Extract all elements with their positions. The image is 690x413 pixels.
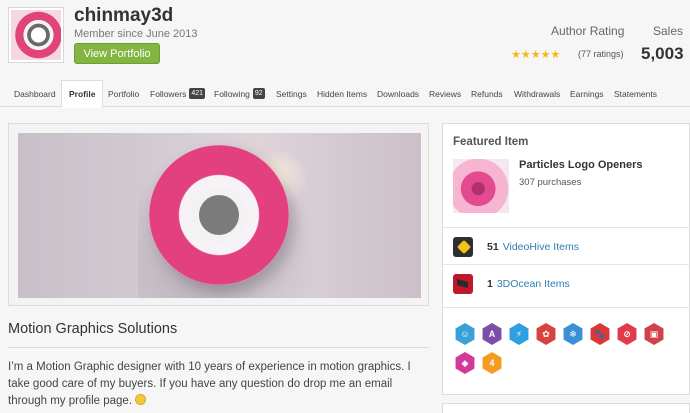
ratings-count[interactable]: (77 ratings) <box>578 49 624 59</box>
avatar[interactable] <box>8 7 64 63</box>
tab-portfolio[interactable]: Portfolio <box>108 80 139 107</box>
tab-followers[interactable]: Followers 421 <box>150 80 206 107</box>
winter-badge[interactable]: ❄ <box>563 323 583 345</box>
badge-glyph: ❄ <box>569 328 577 339</box>
tab-label: Earnings <box>570 88 604 99</box>
3docean-items-link[interactable]: 3DOcean Items <box>497 278 570 290</box>
sidebar-panel-secondary <box>442 403 690 413</box>
tab-label: Settings <box>276 88 307 99</box>
sidebar-divider <box>443 307 689 308</box>
following-count-badge: 92 <box>252 88 265 99</box>
affiliate-badge[interactable]: ⊘ <box>617 323 637 345</box>
tab-label: Reviews <box>429 88 462 99</box>
paw-badge[interactable]: 🐾 <box>590 323 610 345</box>
years-badge[interactable]: 4 <box>482 352 502 374</box>
view-portfolio-button[interactable]: View Portfolio <box>74 43 160 64</box>
profile-bio: I’m a Motion Graphic designer with 10 ye… <box>8 359 429 410</box>
sidebar-divider <box>443 264 689 265</box>
tab-profile[interactable]: Profile <box>61 80 104 108</box>
tab-hidden-items[interactable]: Hidden Items <box>317 80 367 107</box>
3docean-count: 1 <box>487 278 493 290</box>
badge-glyph: 4 <box>489 358 495 368</box>
3docean-items-row[interactable]: 1 3DOcean Items <box>453 273 570 295</box>
videohive-count: 51 <box>487 241 499 253</box>
profile-banner-image <box>18 133 421 298</box>
badge-glyph: ▣ <box>649 328 659 339</box>
videohive-icon <box>453 237 473 257</box>
featured-item-title[interactable]: Particles Logo Openers <box>519 159 642 171</box>
tab-label: Following <box>214 88 250 99</box>
author-rating-label: Author Rating <box>551 24 625 38</box>
followers-count-badge: 421 <box>189 88 206 99</box>
section-title: Motion Graphics Solutions <box>8 321 178 337</box>
username: chinmay3d <box>74 5 174 26</box>
tab-label: Hidden Items <box>317 88 368 99</box>
badge-glyph: ◆ <box>461 357 469 368</box>
profile-tabs: Dashboard Profile Portfolio Followers 421… <box>0 80 690 108</box>
profile-header: chinmay3d Member since June 2013 View Po… <box>0 0 690 80</box>
sidebar-divider <box>443 227 689 228</box>
diamond-badge[interactable]: ◆ <box>455 352 475 374</box>
sales-label: Sales <box>653 24 684 38</box>
bio-text: I’m a Motion Graphic designer with 10 ye… <box>8 361 411 407</box>
badge-glyph: A <box>488 329 496 339</box>
tab-earnings[interactable]: Earnings <box>570 80 604 107</box>
author-badge[interactable]: A <box>482 323 502 345</box>
member-since: Member since June 2013 <box>74 28 198 40</box>
badge-glyph: ⊘ <box>623 328 631 339</box>
badge-glyph: ⚡ <box>515 328 523 339</box>
banner-logo-center <box>191 187 247 243</box>
videohive-items-link[interactable]: VideoHive Items <box>503 241 579 253</box>
featured-item-purchases: 307 purchases <box>519 177 582 188</box>
tab-downloads[interactable]: Downloads <box>377 80 419 107</box>
author-level-badge[interactable]: ☺ <box>455 323 475 345</box>
tab-withdrawals[interactable]: Withdrawals <box>514 80 560 107</box>
tab-dashboard[interactable]: Dashboard <box>14 80 56 107</box>
smiley-icon <box>135 394 147 405</box>
sales-value: 5,003 <box>641 44 684 63</box>
elite-badge[interactable]: ⚡ <box>509 323 529 345</box>
badge-glyph: ✿ <box>542 328 550 339</box>
badge-glyph: 🐾 <box>594 328 606 339</box>
profile-banner-panel <box>8 123 429 306</box>
sidebar-panel: Featured Item Particles Logo Openers 307… <box>442 123 690 395</box>
tab-label: Statements <box>614 88 657 99</box>
featured-item-label: Featured Item <box>453 136 529 148</box>
tab-label: Followers <box>150 88 187 99</box>
section-divider <box>8 347 429 348</box>
exclusive-badge[interactable]: ▣ <box>644 323 664 345</box>
tab-label: Portfolio <box>108 88 140 99</box>
tab-label: Downloads <box>377 88 420 99</box>
tab-label: Dashboard <box>14 88 56 99</box>
videohive-items-row[interactable]: 51 VideoHive Items <box>453 236 579 258</box>
tab-label: Profile <box>69 89 96 99</box>
tab-label: Refunds <box>471 88 503 99</box>
badge-glyph: ☺ <box>460 329 470 339</box>
bundle-badge[interactable]: ✿ <box>536 323 556 345</box>
tab-reviews[interactable]: Reviews <box>429 80 461 107</box>
avatar-image <box>11 10 61 60</box>
tab-label: Withdrawals <box>514 88 561 99</box>
tab-refunds[interactable]: Refunds <box>471 80 503 107</box>
featured-item-thumbnail[interactable] <box>453 159 509 213</box>
tab-following[interactable]: Following 92 <box>214 80 265 107</box>
tab-statements[interactable]: Statements <box>614 80 657 107</box>
rating-stars: ★★★★★ <box>511 49 561 61</box>
3docean-icon <box>453 274 473 294</box>
tab-settings[interactable]: Settings <box>276 80 307 107</box>
